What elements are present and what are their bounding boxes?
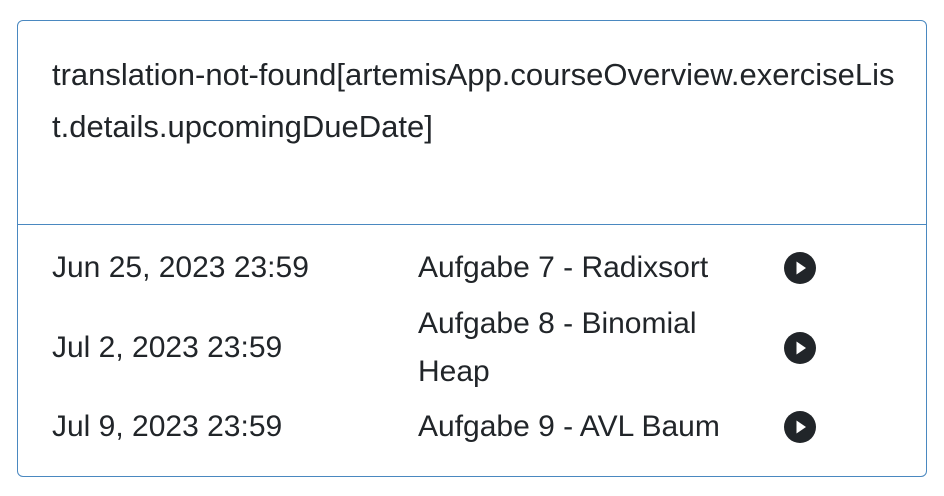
card-title: translation-not-found[artemisApp.courseO… [52,57,895,144]
due-date: Jul 2, 2023 23:59 [52,331,283,364]
upcoming-due-dates-card: translation-not-found[artemisApp.courseO… [17,20,927,477]
card-header: translation-not-found[artemisApp.courseO… [18,21,926,225]
due-date: Jun 25, 2023 23:59 [52,251,309,284]
exercise-row: Jul 2, 2023 23:59 Aufgabe 8 - Binomial H… [18,295,926,401]
exercise-title: Aufgabe 7 - Radixsort [418,251,709,284]
play-circle-icon[interactable] [784,252,816,284]
exercise-row: Jul 9, 2023 23:59 Aufgabe 9 - AVL Baum [18,401,926,453]
play-circle-icon[interactable] [784,332,816,364]
exercise-row: Jun 25, 2023 23:59 Aufgabe 7 - Radixsort [18,241,926,295]
exercise-title: Aufgabe 8 - Binomial Heap [418,307,697,388]
play-circle-icon[interactable] [784,411,816,443]
exercise-list: Jun 25, 2023 23:59 Aufgabe 7 - Radixsort… [18,241,926,453]
exercise-title: Aufgabe 9 - AVL Baum [418,410,720,443]
due-date: Jul 9, 2023 23:59 [52,410,283,443]
